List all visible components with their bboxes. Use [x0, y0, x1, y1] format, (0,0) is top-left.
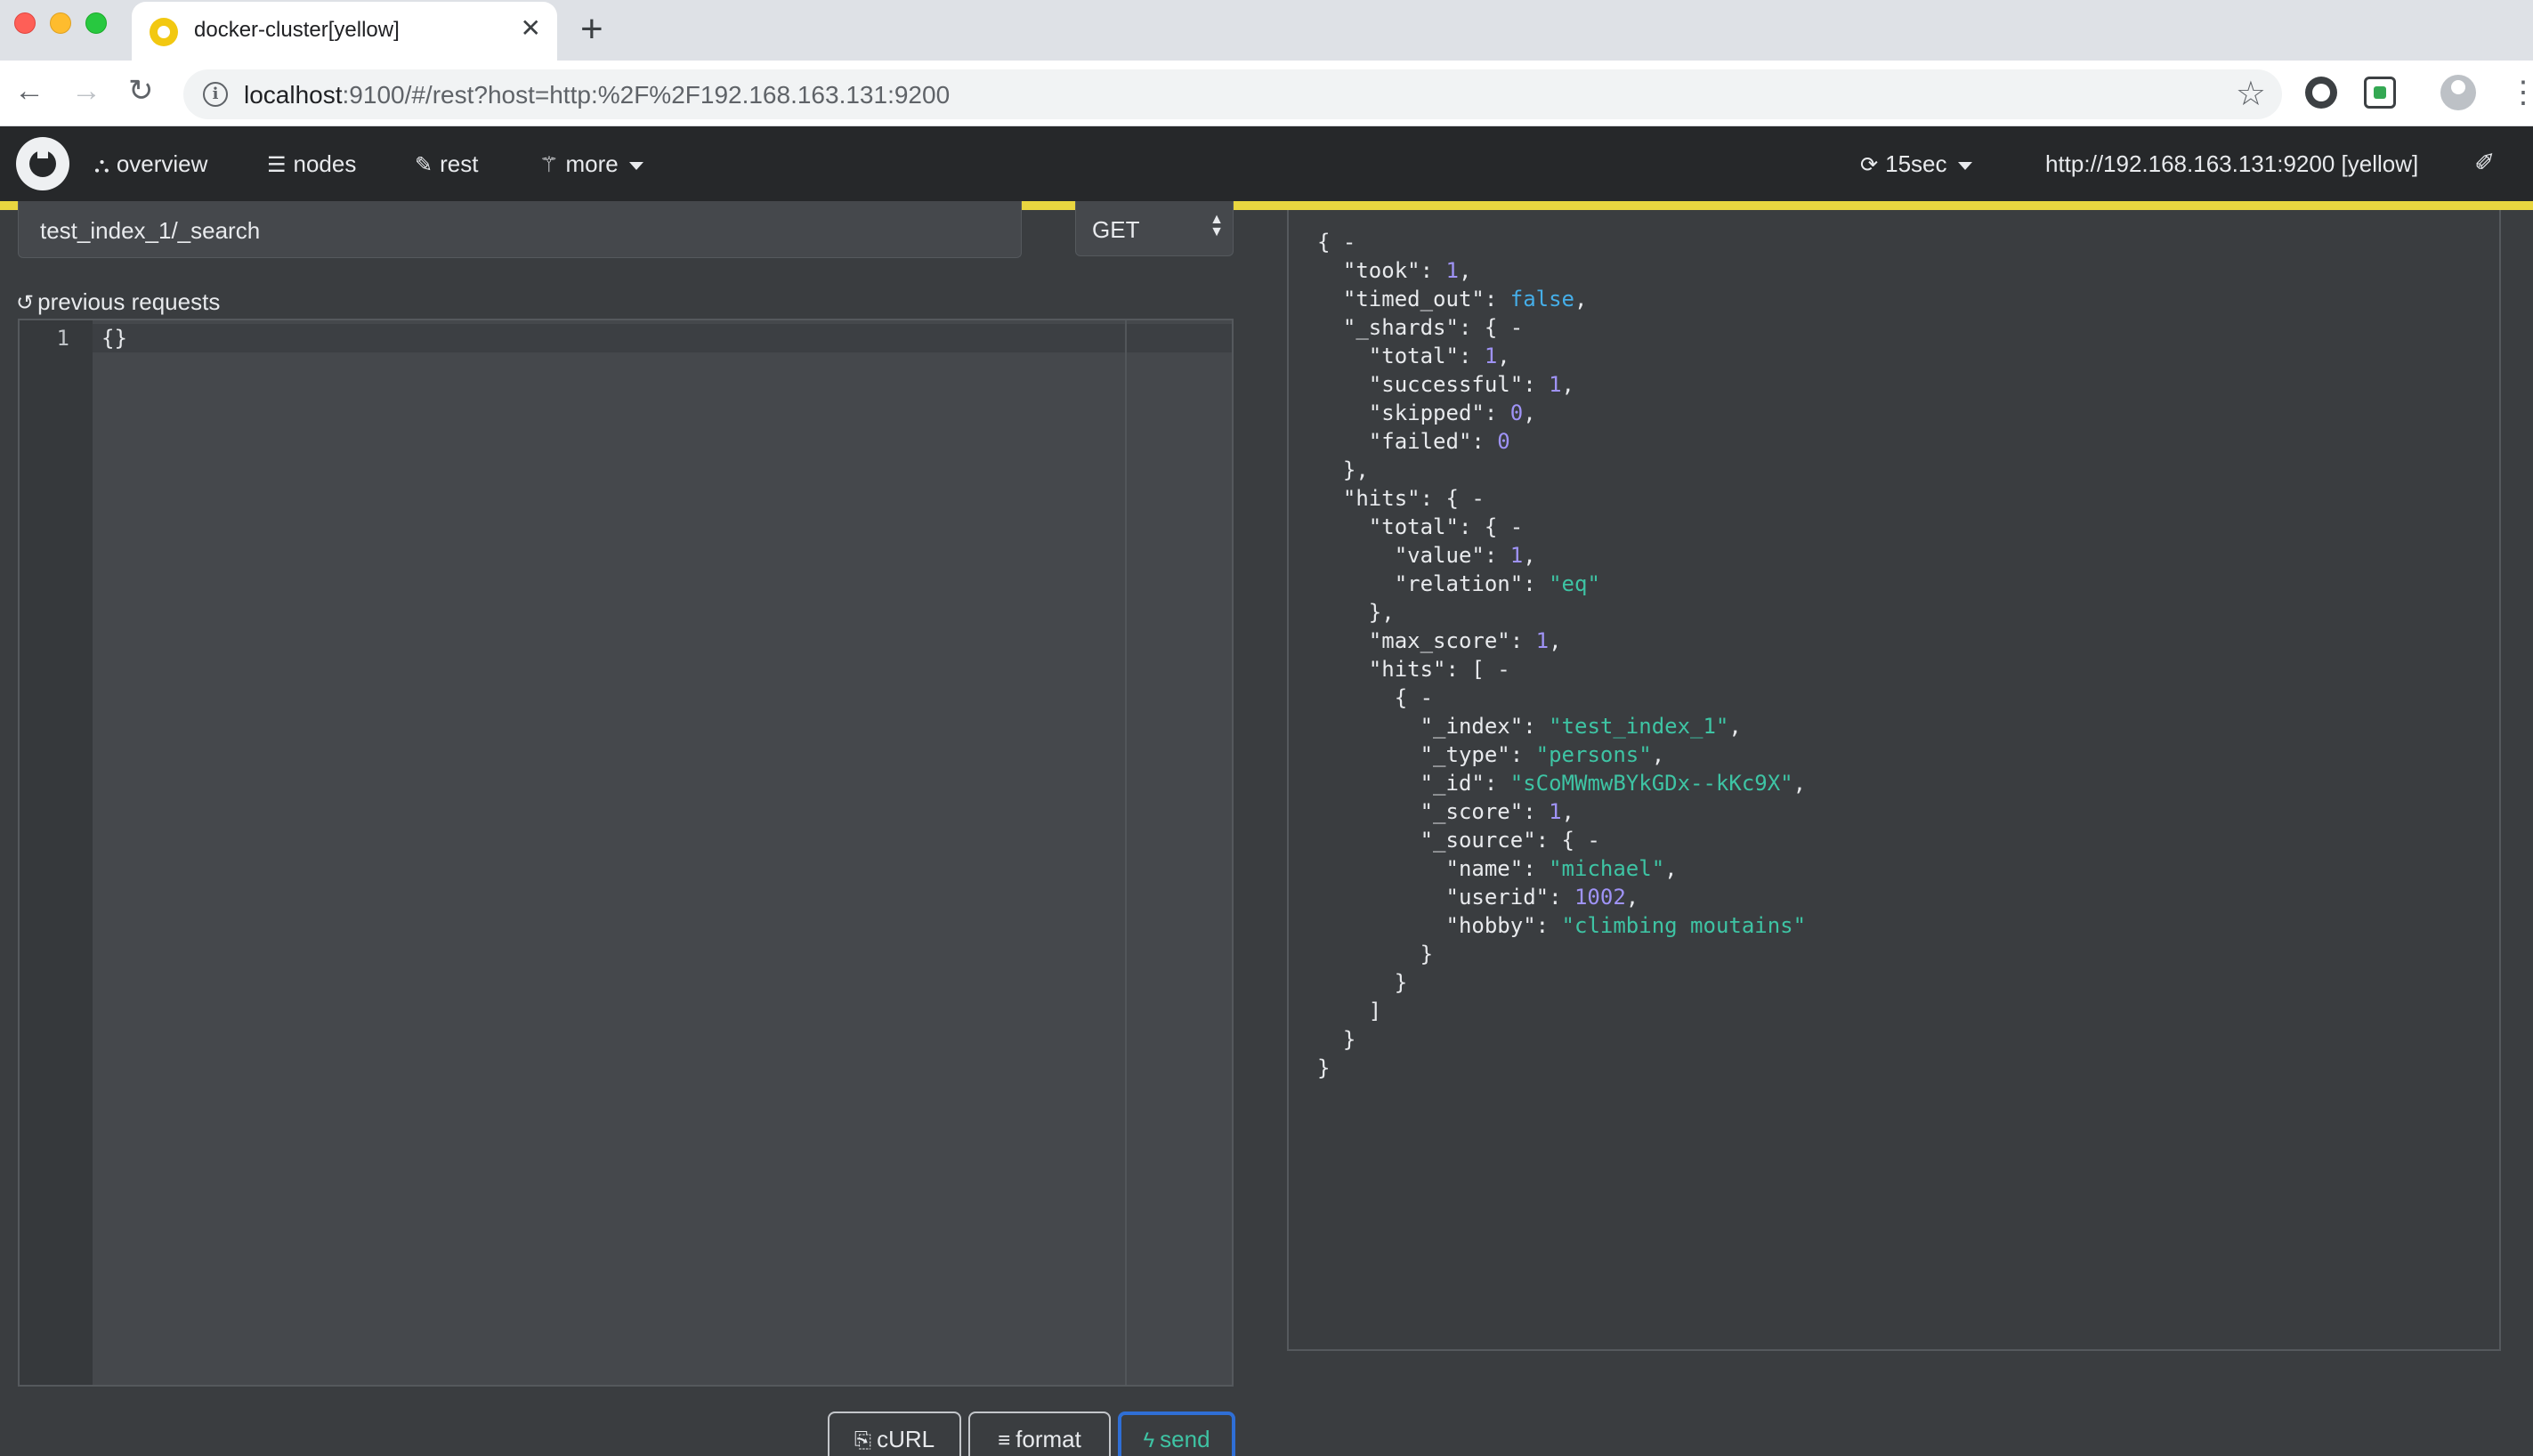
nav-nodes[interactable]: ☰ nodes: [267, 150, 356, 180]
send-button[interactable]: ϟ send: [1118, 1412, 1235, 1456]
copy-icon: ⎘: [854, 1428, 872, 1452]
request-body-text[interactable]: {}: [101, 326, 127, 351]
forward-arrow-icon[interactable]: →: [71, 73, 101, 109]
browser-toolbar: ← → ↻ i localhost:9100/#/rest?host=http:…: [0, 61, 2533, 126]
shards-total-value: 1: [1484, 344, 1498, 368]
bookmark-star-icon[interactable]: ☆: [2236, 75, 2266, 114]
previous-requests-toggle[interactable]: ↺ previous requests: [16, 288, 220, 316]
shards-skipped-value: 0: [1509, 400, 1524, 425]
nav-nodes-label: nodes: [293, 150, 357, 177]
http-method-value: GET: [1092, 216, 1140, 243]
tab-favicon-icon: [150, 18, 178, 46]
cluster-url-status[interactable]: http://192.168.163.131:9200 [yellow]: [2045, 150, 2418, 178]
history-icon: ↺: [16, 291, 35, 315]
nav-rest[interactable]: ✎ rest: [415, 150, 478, 180]
browser-tab-strip: docker-cluster[yellow] ✕ +: [0, 0, 2533, 61]
nav-more-dropdown[interactable]: ⚚ more: [539, 150, 643, 180]
align-left-icon: ≡: [998, 1428, 1011, 1452]
extension-icon[interactable]: [2364, 77, 2396, 109]
source-hobby-value: "climbing moutains": [1561, 913, 1807, 938]
max-score-value: 1: [1535, 628, 1550, 653]
response-output-panel: { - "took": 1, "timed_out": false, "_sha…: [1287, 210, 2501, 1351]
response-json: { - "took": 1, "timed_out": false, "_sha…: [1317, 230, 1807, 1080]
app-header: ⛬ overview ☰ nodes ✎ rest ⚚ more ⟳ 15sec http…: [0, 126, 2533, 201]
hit-type-value: "persons": [1535, 742, 1652, 767]
refresh-interval-dropdown[interactable]: ⟳ 15sec: [1860, 150, 1972, 180]
hit-id-value: "sCoMWmwBYkGDx--kKc9X": [1509, 771, 1793, 796]
url-host: localhost: [244, 81, 343, 109]
new-tab-button[interactable]: +: [580, 7, 603, 52]
url-path: :9100/#/rest?host=http:%2F%2F192.168.163…: [342, 81, 951, 109]
hits-total-value: 1: [1509, 543, 1524, 568]
select-arrows-icon: ▲ ▼: [1210, 212, 1224, 239]
reload-icon[interactable]: ↻: [128, 73, 154, 109]
window-maximize-button[interactable]: [85, 12, 107, 34]
back-arrow-icon[interactable]: ←: [14, 73, 45, 109]
tab-title: docker-cluster[yellow]: [194, 18, 400, 42]
nav-rest-label: rest: [440, 150, 479, 177]
site-info-icon[interactable]: i: [203, 82, 228, 107]
request-path-input[interactable]: test_index_1/_search: [18, 201, 1022, 258]
curl-button-label: cURL: [877, 1426, 935, 1452]
address-bar[interactable]: i localhost:9100/#/rest?host=http:%2F%2F…: [183, 69, 2282, 119]
window-minimize-button[interactable]: [50, 12, 71, 34]
send-button-label: send: [1160, 1426, 1210, 1452]
format-button[interactable]: ≡ format: [968, 1412, 1111, 1456]
server-icon: ☰: [267, 153, 287, 177]
editor-print-margin: [1125, 320, 1127, 1385]
format-button-label: format: [1016, 1426, 1081, 1452]
hit-index-value: "test_index_1": [1549, 714, 1729, 739]
bolt-icon: ϟ: [1143, 1428, 1155, 1452]
elasticsearch-head-logo[interactable]: [16, 137, 69, 190]
hit-score-value: 1: [1549, 799, 1562, 824]
nav-overview[interactable]: ⛬ overview: [94, 150, 207, 180]
magic-wand-icon: ⚚: [539, 153, 559, 177]
timed-out-value: false: [1509, 287, 1574, 311]
profile-avatar[interactable]: [2440, 75, 2476, 110]
nav-overview-label: overview: [116, 150, 208, 177]
source-name-value: "michael": [1549, 856, 1665, 881]
connect-plug-icon[interactable]: ✐: [2474, 148, 2495, 178]
hits-total-relation: "eq": [1549, 571, 1600, 596]
active-line-highlight: [93, 324, 1232, 352]
took-value: 1: [1445, 258, 1459, 283]
source-userid-value: 1002: [1574, 885, 1626, 910]
previous-requests-label: previous requests: [37, 288, 221, 315]
refresh-interval-label: 15sec: [1885, 150, 1947, 177]
extension-icon[interactable]: [2305, 77, 2337, 109]
chevron-down-icon: [628, 161, 643, 170]
refresh-icon: ⟳: [1860, 153, 1879, 177]
edit-icon: ✎: [415, 153, 433, 177]
sitemap-icon: ⛬: [94, 153, 109, 177]
url-text[interactable]: localhost:9100/#/rest?host=http:%2F%2F19…: [244, 81, 950, 109]
editor-gutter: 1: [20, 320, 93, 1385]
curl-button[interactable]: ⎘ cURL: [828, 1412, 961, 1456]
chevron-down-icon: [1957, 161, 1972, 170]
browser-menu-icon[interactable]: ⋮: [2508, 77, 2533, 109]
tab-close-icon[interactable]: ✕: [521, 14, 541, 43]
request-body-editor[interactable]: 1 {}: [18, 319, 1234, 1387]
nav-more-label: more: [565, 150, 619, 177]
window-close-button[interactable]: [14, 12, 36, 34]
shards-failed-value: 0: [1497, 429, 1510, 454]
http-method-select[interactable]: GET ▲ ▼: [1075, 201, 1234, 256]
line-number: 1: [56, 326, 69, 351]
shards-successful-value: 1: [1549, 372, 1562, 397]
browser-tab[interactable]: docker-cluster[yellow] ✕: [132, 2, 557, 61]
